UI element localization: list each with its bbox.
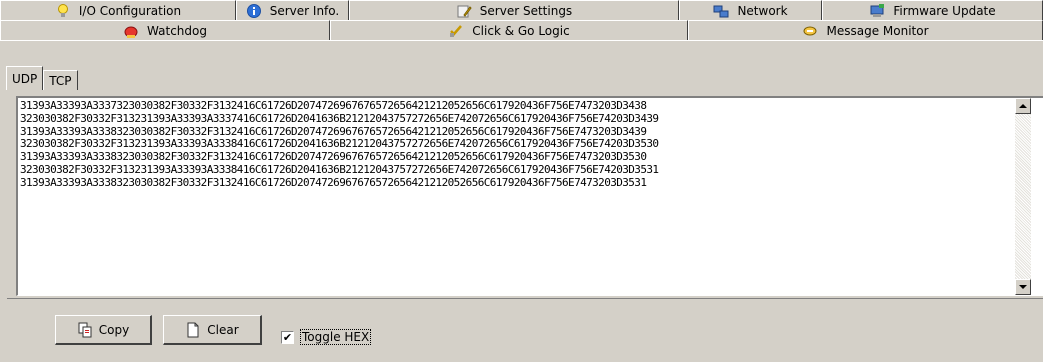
- hex-line: 323030382F30332F313231393A33393A3338416C…: [20, 162, 659, 176]
- network-icon: [713, 3, 729, 19]
- scroll-down-button[interactable]: [1015, 279, 1031, 295]
- tab-label: UDP: [12, 71, 38, 86]
- scroll-up-button[interactable]: [1015, 98, 1031, 114]
- watchdog-icon: [123, 23, 139, 39]
- tab-label: I/O Configuration: [78, 4, 182, 18]
- tab-network[interactable]: Network: [679, 0, 822, 21]
- tab-label: Firmware Update: [893, 4, 996, 18]
- tab-label: Server Info.: [269, 4, 340, 18]
- tab-label: Watchdog: [147, 24, 207, 38]
- vertical-scrollbar[interactable]: [1015, 98, 1031, 295]
- tab-server-info[interactable]: Server Info.: [236, 0, 349, 21]
- clear-button-label: Clear: [207, 322, 239, 337]
- tab-row-2: Watchdog Click & Go Logic Message Monito…: [0, 20, 1043, 41]
- toggle-hex-label[interactable]: Toggle HEX: [300, 329, 372, 345]
- tab-label: Network: [737, 4, 788, 18]
- hex-line: 31393A33393A3337323030382F30332F3132416C…: [20, 99, 647, 112]
- arrow-up-icon: [1019, 104, 1027, 108]
- hex-line: 31393A33393A3338323030382F30332F3132416C…: [20, 175, 647, 189]
- clear-icon: [185, 322, 201, 338]
- tab-row-1: I/O Configuration Server Info. Server Se…: [0, 0, 1043, 21]
- tab-message-monitor[interactable]: Message Monitor: [688, 20, 1043, 41]
- protocol-tabs: UDP TCP: [6, 66, 78, 90]
- toggle-hex-checkbox-row[interactable]: ✔ Toggle HEX: [281, 329, 372, 345]
- checkmark-icon: ✔: [282, 330, 293, 344]
- copy-button-label: Copy: [98, 322, 130, 337]
- tab-tcp[interactable]: TCP: [43, 70, 78, 90]
- monitor-icon: [802, 23, 818, 39]
- info-icon: [246, 3, 262, 19]
- tab-click-go-logic[interactable]: Click & Go Logic: [330, 20, 688, 41]
- bulb-icon: [55, 3, 71, 19]
- tab-firmware-update[interactable]: Firmware Update: [822, 0, 1043, 21]
- arrow-down-icon: [1019, 285, 1027, 289]
- tab-server-settings[interactable]: Server Settings: [349, 0, 679, 21]
- firmware-icon: [869, 3, 885, 19]
- tab-watchdog[interactable]: Watchdog: [0, 20, 330, 41]
- copy-button[interactable]: Copy: [55, 315, 152, 345]
- clear-button[interactable]: Clear: [163, 315, 262, 345]
- hex-line: 323030382F30332F313231393A33393A3337416C…: [20, 111, 659, 125]
- toggle-hex-checkbox[interactable]: ✔: [281, 330, 294, 344]
- tab-label: Server Settings: [479, 4, 573, 18]
- tab-label: Click & Go Logic: [472, 24, 570, 38]
- hex-message-log[interactable]: 31393A33393A3337323030382F30332F3132416C…: [16, 96, 1043, 296]
- tab-io-configuration[interactable]: I/O Configuration: [0, 0, 236, 21]
- logic-icon: [448, 23, 464, 39]
- settings-icon: [456, 3, 472, 19]
- tab-label: Message Monitor: [826, 24, 929, 38]
- tab-udp[interactable]: UDP: [6, 66, 44, 90]
- tab-label: TCP: [49, 73, 72, 88]
- copy-icon: [77, 322, 93, 338]
